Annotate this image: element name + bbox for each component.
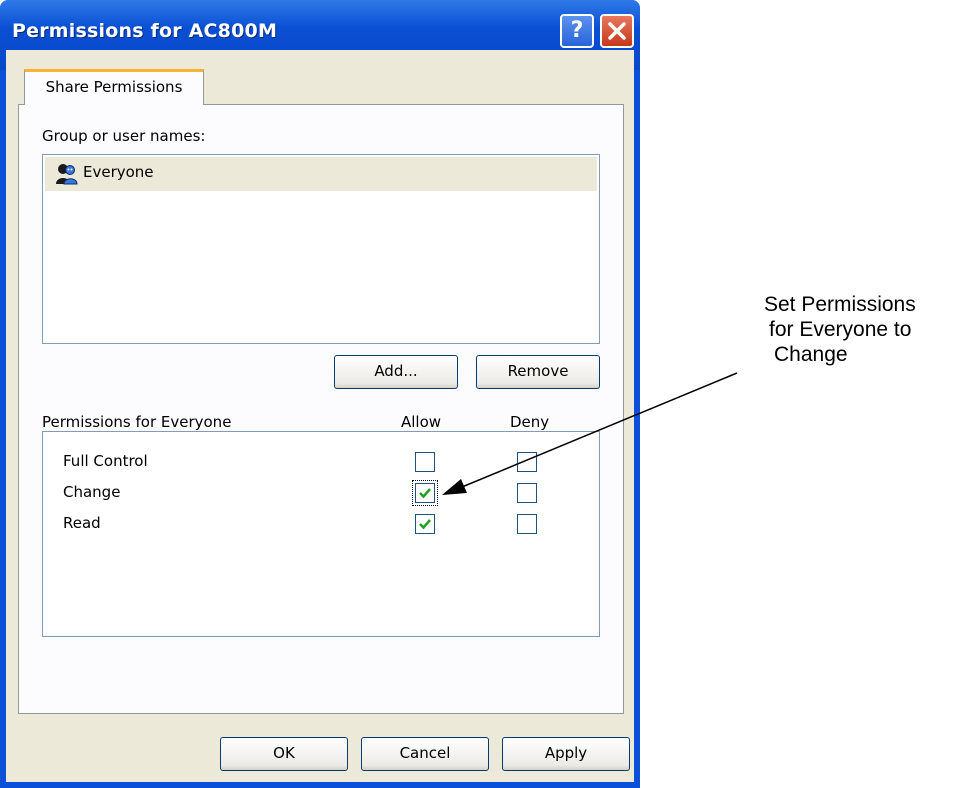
annotation-callout: Set Permissions for Everyone to Change bbox=[764, 292, 916, 367]
annotation-line: Change bbox=[774, 343, 848, 366]
tab-share-permissions[interactable]: Share Permissions bbox=[24, 69, 204, 105]
annotation-arrow bbox=[442, 372, 738, 495]
annotation-line: Set Permissions bbox=[764, 293, 916, 316]
annotation-line: for Everyone to bbox=[769, 318, 912, 341]
